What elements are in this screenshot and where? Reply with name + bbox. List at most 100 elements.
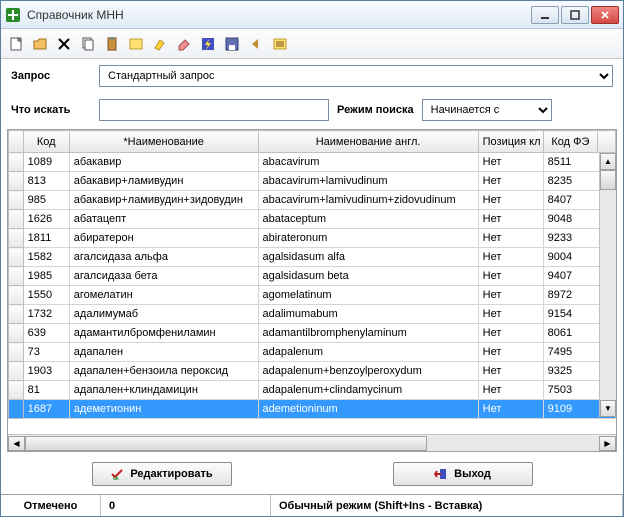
cell-name-en[interactable]: adamantilbromphenylaminum	[258, 324, 478, 343]
table-row[interactable]: 1903адапален+бензоила пероксидadapalenum…	[9, 362, 616, 381]
cell-name[interactable]: адамантилбромфениламин	[69, 324, 258, 343]
cell-name-en[interactable]: adapalenum	[258, 343, 478, 362]
table-row[interactable]: 1687адеметионинademetioninumНет9109	[9, 400, 616, 419]
cell-name-en[interactable]: abirateronum	[258, 229, 478, 248]
minimize-button[interactable]	[531, 6, 559, 24]
cell-name-en[interactable]: ademetioninum	[258, 400, 478, 419]
cell-pos[interactable]: Нет	[478, 343, 543, 362]
cell-name[interactable]: адалимумаб	[69, 305, 258, 324]
cell-pos[interactable]: Нет	[478, 267, 543, 286]
cell-name-en[interactable]: agomelatinum	[258, 286, 478, 305]
table-row[interactable]: 1811абиратеронabirateronumНет9233	[9, 229, 616, 248]
scroll-right-icon[interactable]: ▶	[599, 436, 616, 451]
cell-code[interactable]: 1687	[23, 400, 69, 419]
cell-name[interactable]: адеметионин	[69, 400, 258, 419]
paste-icon[interactable]	[103, 35, 121, 53]
cell-name[interactable]: абатацепт	[69, 210, 258, 229]
cell-name[interactable]: адапален	[69, 343, 258, 362]
cell-name[interactable]: абиратерон	[69, 229, 258, 248]
cell-pos[interactable]: Нет	[478, 248, 543, 267]
cell-code[interactable]: 1811	[23, 229, 69, 248]
table-row[interactable]: 1626абатацептabataceptumНет9048	[9, 210, 616, 229]
cell-name[interactable]: агалсидаза бета	[69, 267, 258, 286]
eraser-icon[interactable]	[175, 35, 193, 53]
cell-code[interactable]: 1903	[23, 362, 69, 381]
back-icon[interactable]	[247, 35, 265, 53]
cell-name-en[interactable]: abacavirum+lamivudinum+zidovudinum	[258, 191, 478, 210]
cell-pos[interactable]: Нет	[478, 305, 543, 324]
col-name-en[interactable]: Наименование англ.	[258, 131, 478, 153]
scroll-thumb-v[interactable]	[600, 170, 616, 190]
cell-name-en[interactable]: adapalenum+clindamycinum	[258, 381, 478, 400]
cell-code[interactable]: 81	[23, 381, 69, 400]
cell-pos[interactable]: Нет	[478, 172, 543, 191]
cell-name[interactable]: агомелатин	[69, 286, 258, 305]
query-select[interactable]: Стандартный запрос	[99, 65, 613, 87]
scroll-down-icon[interactable]: ▼	[600, 400, 616, 417]
cell-code[interactable]: 1985	[23, 267, 69, 286]
cell-code[interactable]: 1732	[23, 305, 69, 324]
cell-code[interactable]: 1626	[23, 210, 69, 229]
table-row[interactable]: 639адамантилбромфениламинadamantilbromph…	[9, 324, 616, 343]
cell-name-en[interactable]: adapalenum+benzoylperoxydum	[258, 362, 478, 381]
delete-icon[interactable]	[55, 35, 73, 53]
cell-name[interactable]: абакавир	[69, 153, 258, 172]
cell-code[interactable]: 813	[23, 172, 69, 191]
search-input[interactable]	[99, 99, 329, 121]
open-icon[interactable]	[31, 35, 49, 53]
table-row[interactable]: 1089абакавирabacavirumНет8511	[9, 153, 616, 172]
note-icon[interactable]	[127, 35, 145, 53]
cell-name[interactable]: абакавир+ламивудин+зидовудин	[69, 191, 258, 210]
cell-pos[interactable]: Нет	[478, 400, 543, 419]
highlight-icon[interactable]	[151, 35, 169, 53]
bolt-icon[interactable]	[199, 35, 217, 53]
scroll-thumb-h[interactable]	[25, 436, 427, 451]
list-icon[interactable]	[271, 35, 289, 53]
table-row[interactable]: 81адапален+клиндамицинadapalenum+clindam…	[9, 381, 616, 400]
table-row[interactable]: 1582агалсидаза альфаagalsidasum alfaНет9…	[9, 248, 616, 267]
col-name[interactable]: *Наименование	[69, 131, 258, 153]
cell-name-en[interactable]: adalimumabum	[258, 305, 478, 324]
copy-icon[interactable]	[79, 35, 97, 53]
cell-pos[interactable]: Нет	[478, 362, 543, 381]
cell-code[interactable]: 985	[23, 191, 69, 210]
col-pos[interactable]: Позиция кл	[478, 131, 543, 153]
exit-button[interactable]: Выход	[393, 462, 533, 486]
scroll-left-icon[interactable]: ◀	[8, 436, 25, 451]
table-row[interactable]: 813абакавир+ламивудинabacavirum+lamivudi…	[9, 172, 616, 191]
cell-name-en[interactable]: agalsidasum alfa	[258, 248, 478, 267]
cell-code[interactable]: 1582	[23, 248, 69, 267]
cell-name-en[interactable]: abataceptum	[258, 210, 478, 229]
horizontal-scrollbar[interactable]: ◀ ▶	[8, 434, 616, 451]
cell-name[interactable]: агалсидаза альфа	[69, 248, 258, 267]
search-mode-select[interactable]: Начинается с	[422, 99, 552, 121]
cell-name-en[interactable]: agalsidasum beta	[258, 267, 478, 286]
cell-pos[interactable]: Нет	[478, 381, 543, 400]
table-row[interactable]: 1732адалимумабadalimumabumНет9154	[9, 305, 616, 324]
table-row[interactable]: 985абакавир+ламивудин+зидовудинabacaviru…	[9, 191, 616, 210]
new-icon[interactable]	[7, 35, 25, 53]
cell-pos[interactable]: Нет	[478, 229, 543, 248]
table-row[interactable]: 1985агалсидаза бетаagalsidasum betaНет94…	[9, 267, 616, 286]
cell-code[interactable]: 1550	[23, 286, 69, 305]
save-icon[interactable]	[223, 35, 241, 53]
cell-pos[interactable]: Нет	[478, 324, 543, 343]
table-row[interactable]: 73адапаленadapalenumНет7495	[9, 343, 616, 362]
cell-pos[interactable]: Нет	[478, 191, 543, 210]
cell-name[interactable]: адапален+бензоила пероксид	[69, 362, 258, 381]
col-fe[interactable]: Код ФЭ	[543, 131, 598, 153]
data-grid[interactable]: Код *Наименование Наименование англ. Поз…	[7, 129, 617, 452]
table-row[interactable]: 1550агомелатинagomelatinumНет8972	[9, 286, 616, 305]
col-code[interactable]: Код	[23, 131, 69, 153]
cell-pos[interactable]: Нет	[478, 286, 543, 305]
maximize-button[interactable]	[561, 6, 589, 24]
cell-name-en[interactable]: abacavirum+lamivudinum	[258, 172, 478, 191]
cell-name-en[interactable]: abacavirum	[258, 153, 478, 172]
scroll-up-icon[interactable]: ▲	[600, 153, 616, 170]
cell-pos[interactable]: Нет	[478, 153, 543, 172]
cell-code[interactable]: 639	[23, 324, 69, 343]
cell-code[interactable]: 1089	[23, 153, 69, 172]
vertical-scrollbar[interactable]: ▲ ▼	[599, 153, 616, 417]
cell-name[interactable]: абакавир+ламивудин	[69, 172, 258, 191]
cell-pos[interactable]: Нет	[478, 210, 543, 229]
